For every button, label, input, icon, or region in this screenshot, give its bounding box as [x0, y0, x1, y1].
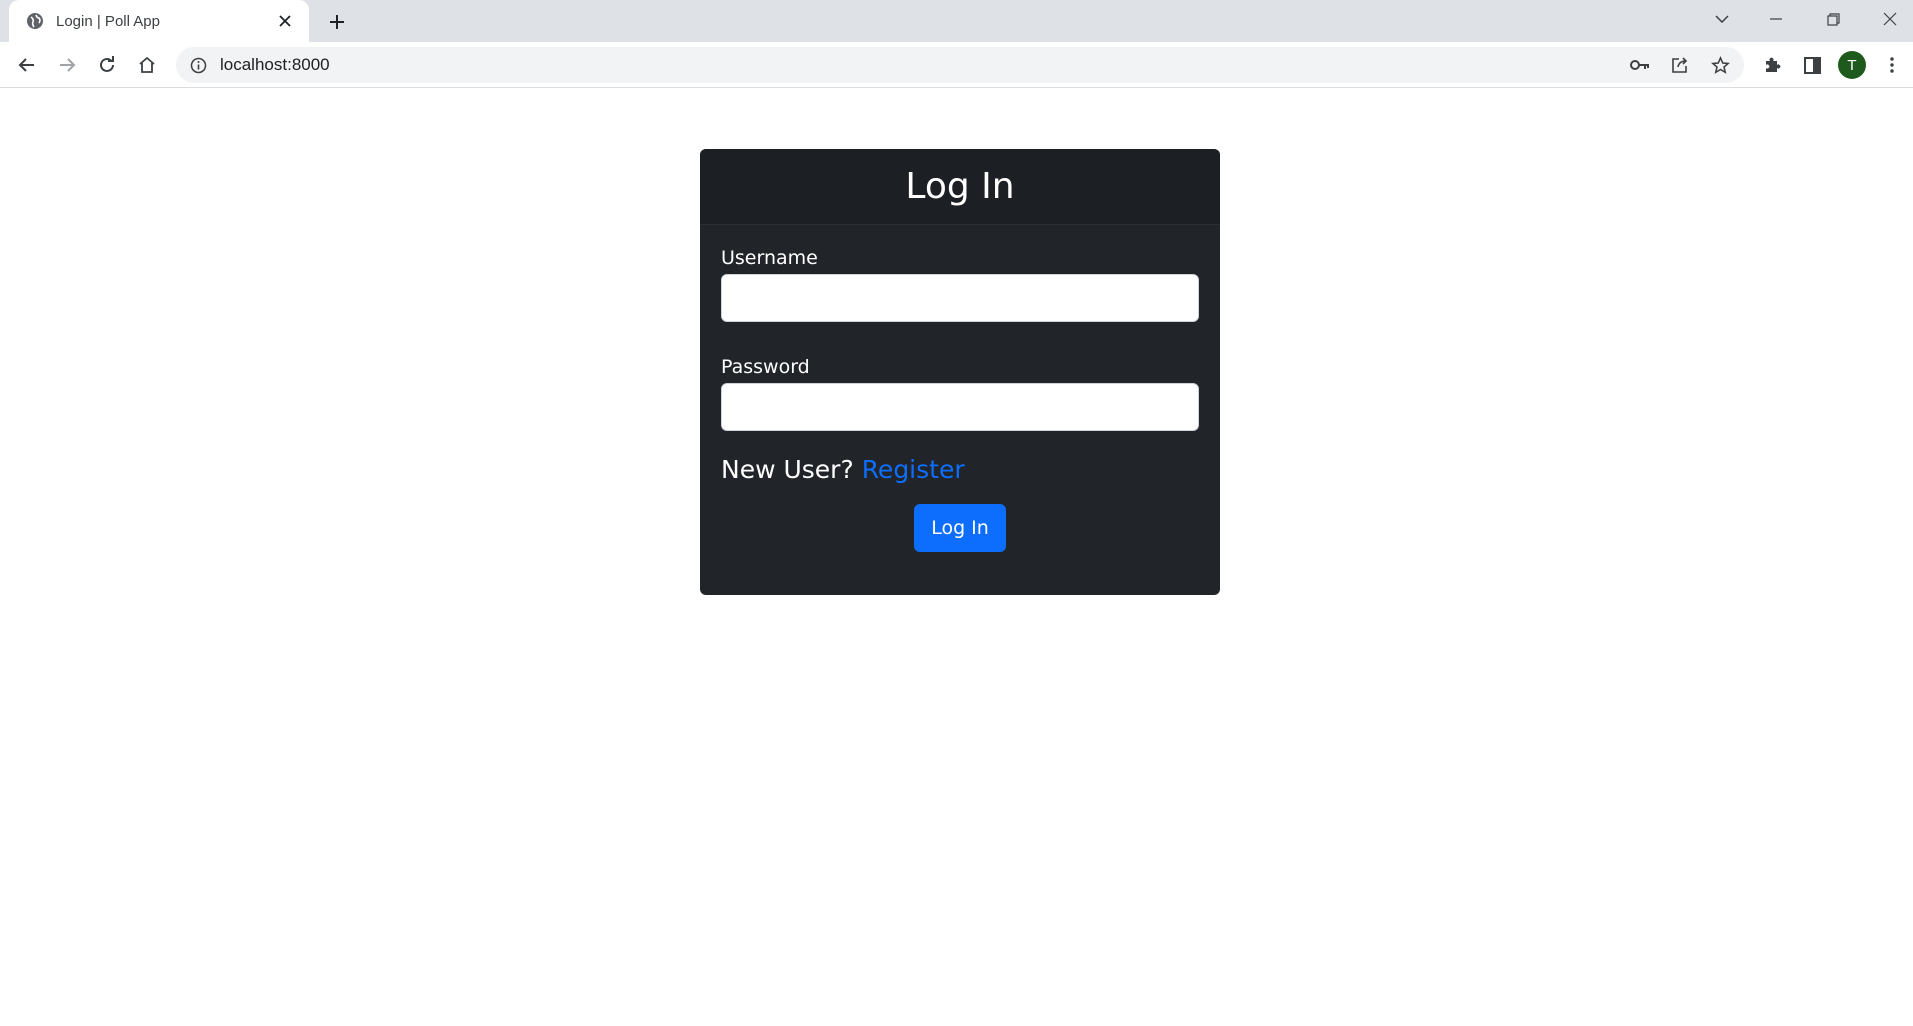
- new-user-text: New User?: [721, 455, 854, 484]
- url-text: localhost:8000: [220, 55, 330, 74]
- restore-icon[interactable]: [1805, 0, 1861, 38]
- tab-title: Login | Poll App: [56, 12, 160, 30]
- new-tab-button[interactable]: [322, 7, 352, 37]
- login-button[interactable]: Log In: [914, 504, 1006, 552]
- tab-strip: Login | Poll App: [0, 0, 1913, 42]
- home-icon[interactable]: [131, 49, 163, 81]
- kebab-menu-icon[interactable]: [1876, 49, 1908, 81]
- arrow-right-icon[interactable]: [51, 49, 83, 81]
- password-group: Password: [721, 356, 1199, 431]
- browser-toolbar: localhost:8000 T: [0, 42, 1913, 88]
- globe-icon: [25, 11, 45, 31]
- info-icon[interactable]: [188, 55, 208, 75]
- key-icon[interactable]: [1624, 49, 1656, 81]
- username-group: Username: [721, 247, 1199, 322]
- arrow-left-icon[interactable]: [11, 49, 43, 81]
- share-icon[interactable]: [1664, 49, 1696, 81]
- page-title: Log In: [905, 166, 1015, 207]
- side-panel-icon[interactable]: [1796, 49, 1828, 81]
- page-viewport: Log In Username Password New User? Regis…: [0, 89, 1913, 1026]
- star-icon[interactable]: [1704, 49, 1736, 81]
- browser-tab[interactable]: Login | Poll App: [9, 0, 309, 42]
- close-tab-icon[interactable]: [273, 9, 297, 33]
- password-input[interactable]: [721, 383, 1199, 431]
- minimize-icon[interactable]: [1748, 0, 1804, 38]
- profile-avatar[interactable]: T: [1836, 49, 1868, 81]
- register-link[interactable]: Register: [862, 455, 965, 484]
- submit-row: Log In: [721, 504, 1199, 552]
- avatar: T: [1838, 51, 1866, 79]
- close-window-icon[interactable]: [1862, 0, 1913, 38]
- username-input[interactable]: [721, 274, 1199, 322]
- password-label: Password: [721, 356, 810, 378]
- login-form: Username Password New User? Register Log…: [700, 225, 1220, 552]
- puzzle-icon[interactable]: [1756, 49, 1788, 81]
- login-card: Log In Username Password New User? Regis…: [700, 149, 1220, 595]
- reload-icon[interactable]: [91, 49, 123, 81]
- card-header: Log In: [700, 149, 1220, 225]
- tab-search-icon[interactable]: [1694, 0, 1750, 38]
- address-bar[interactable]: localhost:8000: [176, 47, 1744, 83]
- username-label: Username: [721, 247, 818, 269]
- new-user-line: New User? Register: [721, 455, 1199, 484]
